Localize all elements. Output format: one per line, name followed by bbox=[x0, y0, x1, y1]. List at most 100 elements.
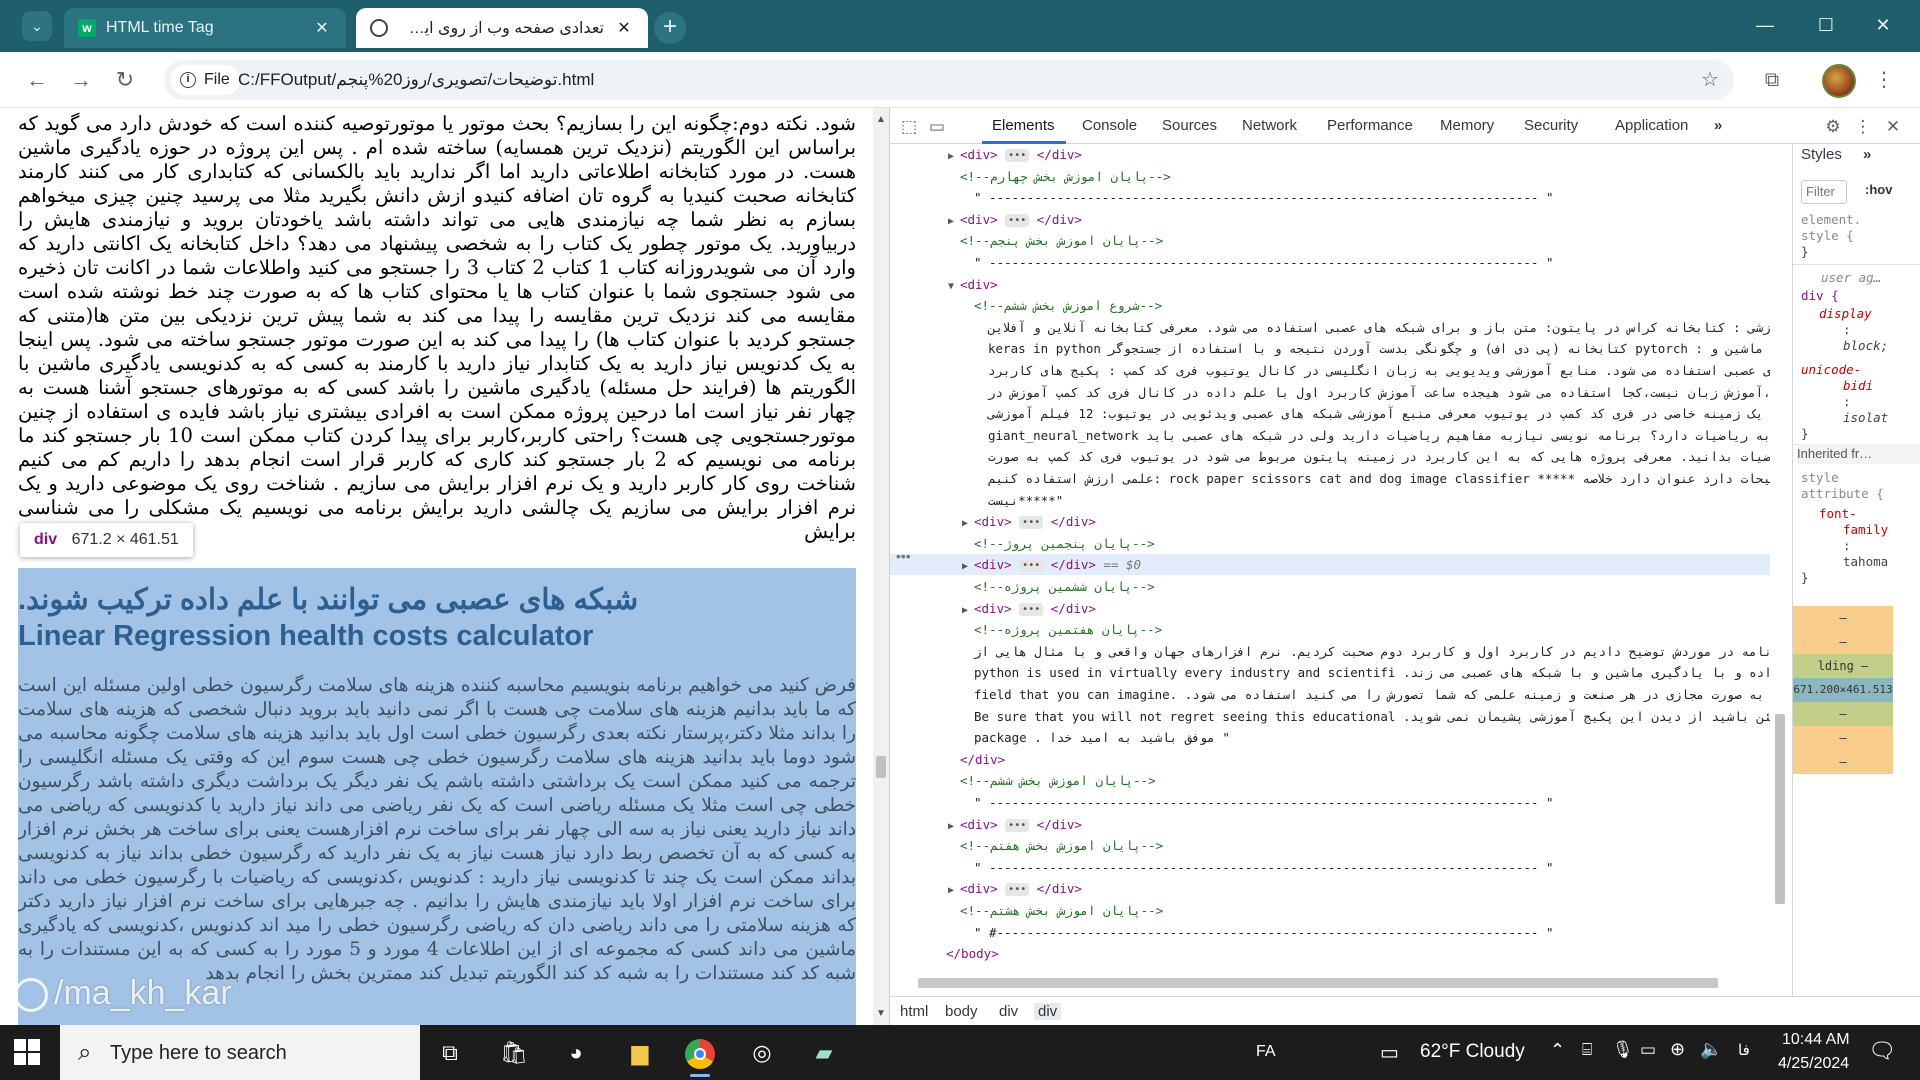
tab-performance[interactable]: Performance bbox=[1327, 117, 1413, 134]
microsoft-store-icon[interactable]: 🛍 bbox=[494, 1033, 534, 1073]
tab-memory[interactable]: Memory bbox=[1440, 117, 1494, 134]
dom-node[interactable]: ▶ <div> ••• </div> bbox=[890, 511, 1770, 532]
dom-node[interactable]: " --------------------------------------… bbox=[890, 187, 1770, 208]
dom-node[interactable]: کتابخانه برای یادگیری ماشین و : pytorch … bbox=[890, 338, 1770, 359]
minimize-button[interactable]: — bbox=[1742, 10, 1788, 40]
clock-date[interactable]: 4/25/2024 bbox=[1778, 1055, 1849, 1073]
extensions-puzzle-icon[interactable]: ⧉ bbox=[1758, 66, 1786, 94]
dom-node[interactable]: " وازده مورد که در اول برنامه در موردش ت… bbox=[890, 641, 1770, 662]
dom-node[interactable]: </div> bbox=[890, 749, 1770, 770]
expand-triangle-icon[interactable]: ▶ bbox=[948, 211, 960, 232]
collapsed-ellipsis-icon[interactable]: ••• bbox=[1019, 602, 1044, 616]
dom-node[interactable]: Be sure that you will not regret seeing … bbox=[890, 706, 1770, 727]
styles-more-icon[interactable]: » bbox=[1863, 146, 1871, 163]
scroll-down-arrow-icon[interactable]: ▼ bbox=[876, 1008, 886, 1019]
expand-triangle-icon[interactable]: ▶ bbox=[948, 880, 960, 901]
dom-node[interactable]: <!--شروع اموزش بخش ششم--> bbox=[890, 295, 1770, 316]
chrome-menu-icon[interactable]: ⋮ bbox=[1870, 66, 1898, 94]
input-language[interactable]: FA bbox=[1256, 1043, 1276, 1061]
expand-triangle-icon[interactable]: ▶ bbox=[962, 556, 974, 577]
hover-state-toggle[interactable]: :hov bbox=[1865, 182, 1892, 197]
tab-sources[interactable]: Sources bbox=[1162, 117, 1217, 134]
tray-app-icon[interactable]: ⌸ bbox=[1582, 1040, 1592, 1060]
network-globe-icon[interactable]: ⊕ bbox=[1670, 1039, 1685, 1060]
site-info-chip[interactable]: i File bbox=[170, 65, 240, 95]
dom-node[interactable]: توسعه و آموزش شبکه های عصبی استفاده می ش… bbox=[890, 360, 1770, 381]
close-icon[interactable]: ✕ bbox=[614, 18, 634, 38]
tab-html-time-tag[interactable]: w HTML time Tag ✕ bbox=[64, 8, 346, 48]
dom-node[interactable]: <!--پایان اموزش بخش هشتم--> bbox=[890, 900, 1770, 921]
obs-studio-icon[interactable]: ◎ bbox=[742, 1033, 782, 1073]
dom-node[interactable]: " --------------------------------------… bbox=[890, 252, 1770, 273]
tab-elements[interactable]: Elements bbox=[992, 117, 1055, 134]
page-scrollbar-thumb[interactable] bbox=[876, 756, 886, 778]
devtools-menu-icon[interactable]: ⋮ bbox=[1852, 116, 1874, 138]
dom-node[interactable]: <!--پایان اموزش بخش ششم--> bbox=[890, 770, 1770, 791]
task-view-icon[interactable]: ⧉ bbox=[430, 1033, 470, 1073]
dom-node[interactable]: " --------------------------------------… bbox=[890, 792, 1770, 813]
page-scrollbar[interactable]: ▲ ▼ bbox=[873, 108, 889, 1025]
address-bar[interactable]: i File C:/FFOutput/توضیحات/تصویری/روز20%… bbox=[164, 60, 1734, 100]
expand-triangle-icon[interactable]: ▶ bbox=[948, 146, 960, 167]
dom-node[interactable]: همه محور نیست ،آموزش زبان نیست،کجا استفا… bbox=[890, 382, 1770, 403]
expand-triangle-icon[interactable]: ▶ bbox=[948, 816, 960, 837]
dom-node[interactable]: package . موفق باشید به امید خدا " bbox=[890, 727, 1770, 748]
speaker-icon[interactable]: 🔈 bbox=[1700, 1039, 1722, 1060]
chrome-icon[interactable] bbox=[680, 1033, 720, 1077]
notifications-icon[interactable]: 🗨 bbox=[1868, 1038, 1896, 1064]
dom-node[interactable]: :پایتون و پایتون در یک زمینه خاصی در فری… bbox=[890, 403, 1770, 424]
microphone-icon[interactable]: 🎙 bbox=[1612, 1040, 1634, 1060]
dom-vertical-scrollbar[interactable] bbox=[1773, 144, 1787, 974]
dom-node[interactable]: <!--پایان ششمین پروژه--> bbox=[890, 576, 1770, 597]
back-arrow-icon[interactable]: ← bbox=[22, 65, 52, 95]
tab-security[interactable]: Security bbox=[1524, 117, 1578, 134]
collapsed-ellipsis-icon[interactable]: ••• bbox=[1005, 149, 1030, 162]
dom-hscroll-thumb[interactable] bbox=[918, 978, 1718, 988]
tab-console[interactable]: Console bbox=[1082, 117, 1137, 134]
dom-node[interactable]: " --------------------------------------… bbox=[890, 857, 1770, 878]
devtools-close-icon[interactable]: ✕ bbox=[1882, 116, 1904, 138]
settings-gear-icon[interactable]: ⚙ bbox=[1822, 116, 1844, 138]
collapsed-ellipsis-icon[interactable]: ••• bbox=[1005, 883, 1030, 897]
dom-horizontal-scrollbar[interactable] bbox=[900, 974, 1760, 990]
tab-current-page[interactable]: تعدادی صفحه وب از روی این توض ✕ bbox=[356, 8, 648, 48]
notepad-app-icon[interactable]: ▰ bbox=[804, 1033, 844, 1073]
dom-node[interactable]: توضیحات دارد عنوان دارد خلاصه ***** rock… bbox=[890, 468, 1770, 489]
dom-node[interactable]: <!--پایان اموزش بخش پنجم--> bbox=[890, 230, 1770, 251]
expand-triangle-icon[interactable]: ▼ bbox=[948, 276, 960, 297]
breadcrumb-html[interactable]: html bbox=[900, 1003, 928, 1020]
more-actions-icon[interactable]: ••• bbox=[896, 548, 911, 564]
scroll-up-arrow-icon[interactable]: ▲ bbox=[876, 114, 886, 125]
expand-triangle-icon[interactable]: ▶ bbox=[962, 513, 974, 534]
dom-node[interactable]: field that you can imagine. .پایتون به ص… bbox=[890, 684, 1770, 705]
new-tab-button[interactable]: + bbox=[654, 12, 686, 44]
dom-node[interactable]: python is used in virtually every indust… bbox=[890, 662, 1770, 683]
collapsed-ellipsis-icon[interactable]: ••• bbox=[1019, 516, 1044, 530]
dom-node[interactable]: <!--پایان هفتمین پروژه--> bbox=[890, 619, 1770, 640]
battery-icon[interactable]: ▭ bbox=[1640, 1040, 1656, 1060]
url-text[interactable]: C:/FFOutput/توضیحات/تصویری/روز20%پنجم.ht… bbox=[238, 70, 594, 90]
inspect-element-icon[interactable]: ⬚ bbox=[898, 116, 920, 138]
dom-node[interactable]: </body> bbox=[890, 943, 1770, 964]
dom-node[interactable]: "*****نیست bbox=[890, 490, 1770, 511]
forward-arrow-icon[interactable]: → bbox=[66, 65, 96, 95]
maximize-button[interactable]: ☐ bbox=[1803, 10, 1849, 40]
bookmark-star-icon[interactable]: ☆ bbox=[1696, 66, 1724, 94]
dom-node[interactable]: ▶ <div> ••• </div> bbox=[890, 598, 1770, 619]
keyboard-layout-icon[interactable]: فا bbox=[1738, 1041, 1750, 1059]
dom-node[interactable]: ▶ <div> ••• </div> bbox=[890, 814, 1770, 835]
dom-node[interactable]: سی ریاضیات بدانید. معرفی پروژه هایی که ب… bbox=[890, 446, 1770, 467]
dom-node[interactable]: ▶ <div> ••• </div> bbox=[890, 144, 1770, 165]
tab-application[interactable]: Application bbox=[1615, 117, 1688, 134]
edge-browser-icon[interactable]: ◕ bbox=[556, 1033, 596, 1073]
dom-scroll-thumb[interactable] bbox=[1775, 714, 1785, 904]
expand-triangle-icon[interactable]: ▶ bbox=[962, 600, 974, 621]
dom-node[interactable]: " #-------------------------------------… bbox=[890, 922, 1770, 943]
styles-tab[interactable]: Styles bbox=[1801, 146, 1842, 163]
dom-node[interactable]: <!--پایان اموزش بخش چهارم--> bbox=[890, 166, 1770, 187]
windows-start-icon[interactable] bbox=[14, 1039, 40, 1065]
tab-network[interactable]: Network bbox=[1242, 117, 1297, 134]
breadcrumb-body[interactable]: body bbox=[945, 1003, 978, 1020]
weather-widget[interactable]: 62°F Cloudy bbox=[1420, 1041, 1525, 1063]
clock-time[interactable]: 10:44 AM bbox=[1782, 1031, 1850, 1049]
